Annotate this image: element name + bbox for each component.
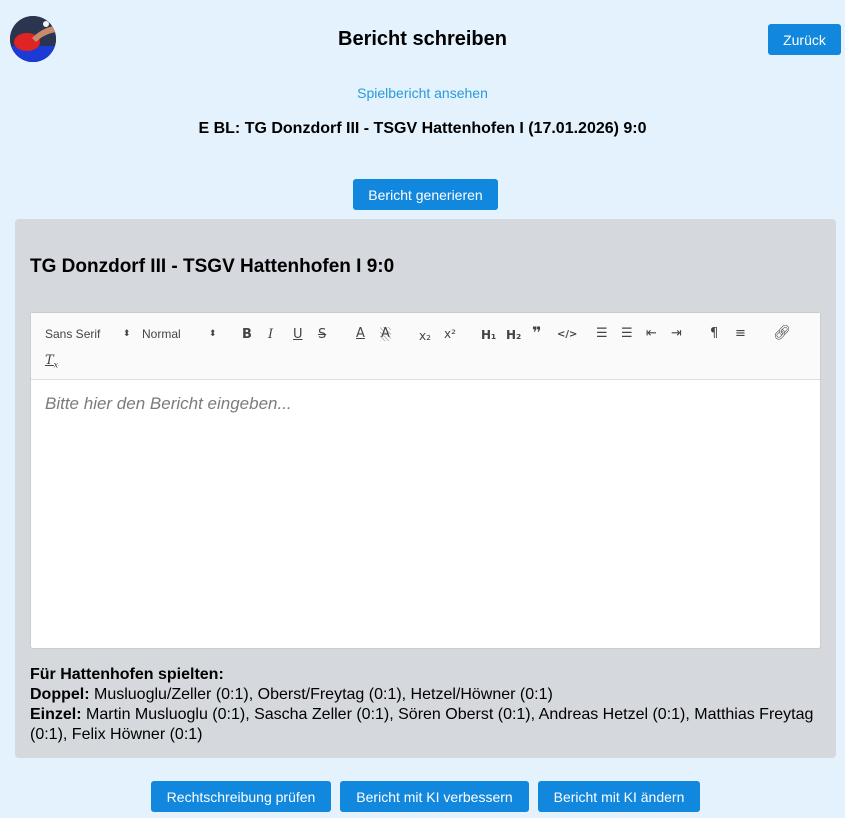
ai-change-button[interactable]: Bericht mit KI ändern [538,781,700,812]
report-text-area[interactable]: Bitte hier den Bericht eingeben... [31,380,820,428]
bullet-list-icon[interactable]: ☰ [621,327,633,341]
editor-toolbar: Sans Serif ⬍ Normal ⬍ B I U S A A x₂ x² … [31,313,820,380]
italic-icon[interactable]: I [268,328,273,342]
generate-report-button[interactable]: Bericht generieren [353,179,498,210]
font-select[interactable]: Sans Serif ⬍ [45,327,131,341]
select-arrows-icon: ⬍ [209,328,217,338]
singles-label: Einzel: [30,706,82,723]
players-summary: Für Hattenhofen spielten: Doppel: Musluo… [30,665,830,745]
align-icon[interactable]: ≡ [735,327,746,341]
clear-format-icon[interactable]: Tx [45,354,58,373]
singles-line: Einzel: Martin Musluoglu (0:1), Sascha Z… [30,705,830,745]
code-block-icon[interactable]: </> [557,328,577,342]
singles-results: Martin Musluoglu (0:1), Sascha Zeller (0… [30,706,814,743]
size-select[interactable]: Normal ⬍ [142,327,217,341]
back-button[interactable]: Zurück [768,24,841,55]
background-color-icon[interactable]: A [380,327,391,341]
spell-check-button[interactable]: Rechtschreibung prüfen [151,781,331,812]
heading2-icon[interactable]: H₂ [506,328,521,342]
players-heading: Für Hattenhofen spielten: [30,666,224,683]
strikethrough-icon[interactable]: S [318,328,326,342]
panel-title: TG Donzdorf III - TSGV Hattenhofen I 9:0 [30,256,395,277]
doubles-results: Musluoglu/Zeller (0:1), Oberst/Freytag (… [94,686,553,703]
outdent-icon[interactable]: ⇤ [646,327,657,341]
superscript-icon[interactable]: x² [444,327,456,341]
text-direction-icon[interactable]: ¶ [710,327,718,341]
heading1-icon[interactable]: H₁ [481,328,496,342]
doubles-line: Doppel: Musluoglu/Zeller (0:1), Oberst/F… [30,685,830,705]
size-select-value: Normal [142,327,181,341]
view-report-link[interactable]: Spielbericht ansehen [0,85,845,101]
report-editor: Sans Serif ⬍ Normal ⬍ B I U S A A x₂ x² … [30,312,821,649]
ordered-list-icon[interactable]: ☰ [596,327,608,341]
bold-icon[interactable]: B [242,328,252,342]
font-select-value: Sans Serif [45,327,101,341]
report-panel: TG Donzdorf III - TSGV Hattenhofen I 9:0… [15,219,836,758]
text-color-icon[interactable]: A [356,327,365,341]
indent-icon[interactable]: ⇥ [671,327,682,341]
select-arrows-icon: ⬍ [123,328,131,338]
match-heading: E BL: TG Donzdorf III - TSGV Hattenhofen… [198,120,647,137]
subscript-icon[interactable]: x₂ [419,329,431,343]
page-title: Bericht schreiben [338,28,507,50]
link-icon[interactable]: 🔗︎ [773,326,791,340]
editor-placeholder: Bitte hier den Bericht eingeben... [45,394,292,413]
ai-improve-button[interactable]: Bericht mit KI verbessern [340,781,529,812]
doubles-label: Doppel: [30,686,90,703]
underline-icon[interactable]: U [293,328,303,342]
blockquote-icon[interactable]: ❞ [532,325,541,341]
